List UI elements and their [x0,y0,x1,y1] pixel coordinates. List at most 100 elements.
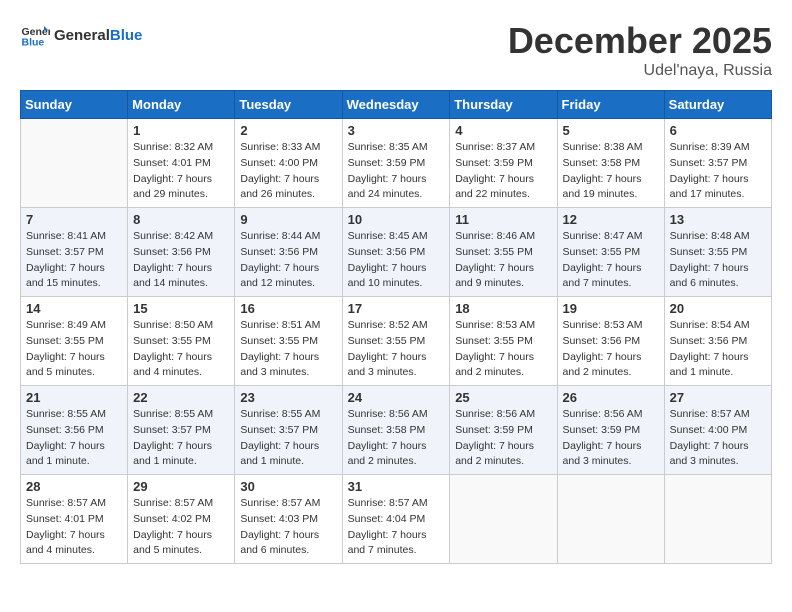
calendar-cell: 12Sunrise: 8:47 AM Sunset: 3:55 PM Dayli… [557,208,664,297]
day-info: Sunrise: 8:57 AM Sunset: 4:00 PM Dayligh… [670,407,766,470]
month-title: December 2025 [508,20,772,62]
calendar-cell: 13 Sunrise: 8:48 AM Sunset: 3:55 PM Dayli… [664,208,771,297]
calendar-cell: 1Sunrise: 8:32 AM Sunset: 4:01 PM Daylig… [128,119,235,208]
calendar: SundayMondayTuesdayWednesdayThursdayFrid… [20,90,772,564]
day-number: 5 [563,123,659,138]
day-number: 13 [670,212,766,227]
week-row-2: 7 Sunrise: 8:41 AM Sunset: 3:57 PM Daylig… [21,208,772,297]
calendar-cell: 6 Sunrise: 8:39 AM Sunset: 3:57 PM Daylig… [664,119,771,208]
weekday-header-sunday: Sunday [21,91,128,119]
day-number: 7 [26,212,122,227]
calendar-cell: 25 Sunrise: 8:56 AM Sunset: 3:59 PM Dayli… [450,386,557,475]
weekday-header-thursday: Thursday [450,91,557,119]
week-row-5: 28 Sunrise: 8:57 AM Sunset: 4:01 PM Dayli… [21,475,772,564]
day-info: Sunrise: 8:53 AM Sunset: 3:56 PM Dayligh… [563,318,659,381]
day-number: 22 [133,390,229,405]
day-info: Sunrise: 8:55 AM Sunset: 3:56 PM Dayligh… [26,407,122,470]
weekday-header-tuesday: Tuesday [235,91,342,119]
calendar-cell: 19Sunrise: 8:53 AM Sunset: 3:56 PM Dayli… [557,297,664,386]
calendar-cell: 9Sunrise: 8:44 AM Sunset: 3:56 PM Daylig… [235,208,342,297]
day-info: Sunrise: 8:39 AM Sunset: 3:57 PM Dayligh… [670,140,766,203]
calendar-cell: 4Sunrise: 8:37 AM Sunset: 3:59 PM Daylig… [450,119,557,208]
day-info: Sunrise: 8:46 AM Sunset: 3:55 PM Dayligh… [455,229,551,292]
day-info: Sunrise: 8:33 AM Sunset: 4:00 PM Dayligh… [240,140,336,203]
calendar-cell: 5 Sunrise: 8:38 AM Sunset: 3:58 PM Daylig… [557,119,664,208]
day-info: Sunrise: 8:48 AM Sunset: 3:55 PM Dayligh… [670,229,766,292]
day-info: Sunrise: 8:57 AM Sunset: 4:02 PM Dayligh… [133,496,229,559]
day-number: 3 [348,123,445,138]
location-title: Udel'naya, Russia [508,62,772,80]
day-info: Sunrise: 8:41 AM Sunset: 3:57 PM Dayligh… [26,229,122,292]
calendar-cell: 22 Sunrise: 8:55 AM Sunset: 3:57 PM Dayli… [128,386,235,475]
day-number: 20 [670,301,766,316]
week-row-1: 1Sunrise: 8:32 AM Sunset: 4:01 PM Daylig… [21,119,772,208]
day-number: 8 [133,212,229,227]
calendar-cell: 10 Sunrise: 8:45 AM Sunset: 3:56 PM Dayli… [342,208,450,297]
day-info: Sunrise: 8:57 AM Sunset: 4:03 PM Dayligh… [240,496,336,559]
day-number: 10 [348,212,445,227]
day-info: Sunrise: 8:53 AM Sunset: 3:55 PM Dayligh… [455,318,551,381]
day-info: Sunrise: 8:38 AM Sunset: 3:58 PM Dayligh… [563,140,659,203]
day-info: Sunrise: 8:56 AM Sunset: 3:59 PM Dayligh… [455,407,551,470]
calendar-cell: 18 Sunrise: 8:53 AM Sunset: 3:55 PM Dayli… [450,297,557,386]
day-number: 12 [563,212,659,227]
day-number: 29 [133,479,229,494]
logo-text: GeneralBlue [54,27,142,44]
weekday-header-friday: Friday [557,91,664,119]
weekday-header-wednesday: Wednesday [342,91,450,119]
day-number: 28 [26,479,122,494]
week-row-3: 14Sunrise: 8:49 AM Sunset: 3:55 PM Dayli… [21,297,772,386]
week-row-4: 21Sunrise: 8:55 AM Sunset: 3:56 PM Dayli… [21,386,772,475]
day-number: 1 [133,123,229,138]
header: General Blue GeneralBlue December 2025 U… [20,20,772,80]
calendar-cell: 23Sunrise: 8:55 AM Sunset: 3:57 PM Dayli… [235,386,342,475]
calendar-cell: 28 Sunrise: 8:57 AM Sunset: 4:01 PM Dayli… [21,475,128,564]
calendar-cell: 29 Sunrise: 8:57 AM Sunset: 4:02 PM Dayli… [128,475,235,564]
calendar-cell: 20Sunrise: 8:54 AM Sunset: 3:56 PM Dayli… [664,297,771,386]
calendar-cell: 27 Sunrise: 8:57 AM Sunset: 4:00 PM Dayli… [664,386,771,475]
day-info: Sunrise: 8:57 AM Sunset: 4:04 PM Dayligh… [348,496,445,559]
day-number: 9 [240,212,336,227]
day-number: 6 [670,123,766,138]
day-info: Sunrise: 8:57 AM Sunset: 4:01 PM Dayligh… [26,496,122,559]
day-info: Sunrise: 8:35 AM Sunset: 3:59 PM Dayligh… [348,140,445,203]
day-info: Sunrise: 8:50 AM Sunset: 3:55 PM Dayligh… [133,318,229,381]
day-number: 25 [455,390,551,405]
day-info: Sunrise: 8:42 AM Sunset: 3:56 PM Dayligh… [133,229,229,292]
logo: General Blue GeneralBlue [20,20,142,50]
calendar-cell: 30 Sunrise: 8:57 AM Sunset: 4:03 PM Dayli… [235,475,342,564]
calendar-cell: 26 Sunrise: 8:56 AM Sunset: 3:59 PM Dayli… [557,386,664,475]
calendar-cell: 2 Sunrise: 8:33 AM Sunset: 4:00 PM Daylig… [235,119,342,208]
day-number: 2 [240,123,336,138]
day-number: 31 [348,479,445,494]
day-info: Sunrise: 8:55 AM Sunset: 3:57 PM Dayligh… [240,407,336,470]
calendar-cell [664,475,771,564]
day-number: 16 [240,301,336,316]
weekday-header-monday: Monday [128,91,235,119]
day-info: Sunrise: 8:45 AM Sunset: 3:56 PM Dayligh… [348,229,445,292]
weekday-header-saturday: Saturday [664,91,771,119]
calendar-cell: 8 Sunrise: 8:42 AM Sunset: 3:56 PM Daylig… [128,208,235,297]
day-info: Sunrise: 8:49 AM Sunset: 3:55 PM Dayligh… [26,318,122,381]
day-number: 26 [563,390,659,405]
day-info: Sunrise: 8:51 AM Sunset: 3:55 PM Dayligh… [240,318,336,381]
day-info: Sunrise: 8:37 AM Sunset: 3:59 PM Dayligh… [455,140,551,203]
calendar-cell [21,119,128,208]
calendar-cell [557,475,664,564]
day-number: 27 [670,390,766,405]
calendar-cell: 21Sunrise: 8:55 AM Sunset: 3:56 PM Dayli… [21,386,128,475]
day-number: 17 [348,301,445,316]
day-info: Sunrise: 8:56 AM Sunset: 3:59 PM Dayligh… [563,407,659,470]
day-number: 24 [348,390,445,405]
day-number: 15 [133,301,229,316]
weekday-header-row: SundayMondayTuesdayWednesdayThursdayFrid… [21,91,772,119]
calendar-cell [450,475,557,564]
calendar-cell: 14Sunrise: 8:49 AM Sunset: 3:55 PM Dayli… [21,297,128,386]
day-info: Sunrise: 8:55 AM Sunset: 3:57 PM Dayligh… [133,407,229,470]
calendar-cell: 16 Sunrise: 8:51 AM Sunset: 3:55 PM Dayli… [235,297,342,386]
day-number: 30 [240,479,336,494]
logo-icon: General Blue [20,20,50,50]
day-number: 18 [455,301,551,316]
title-area: December 2025 Udel'naya, Russia [508,20,772,80]
day-number: 11 [455,212,551,227]
